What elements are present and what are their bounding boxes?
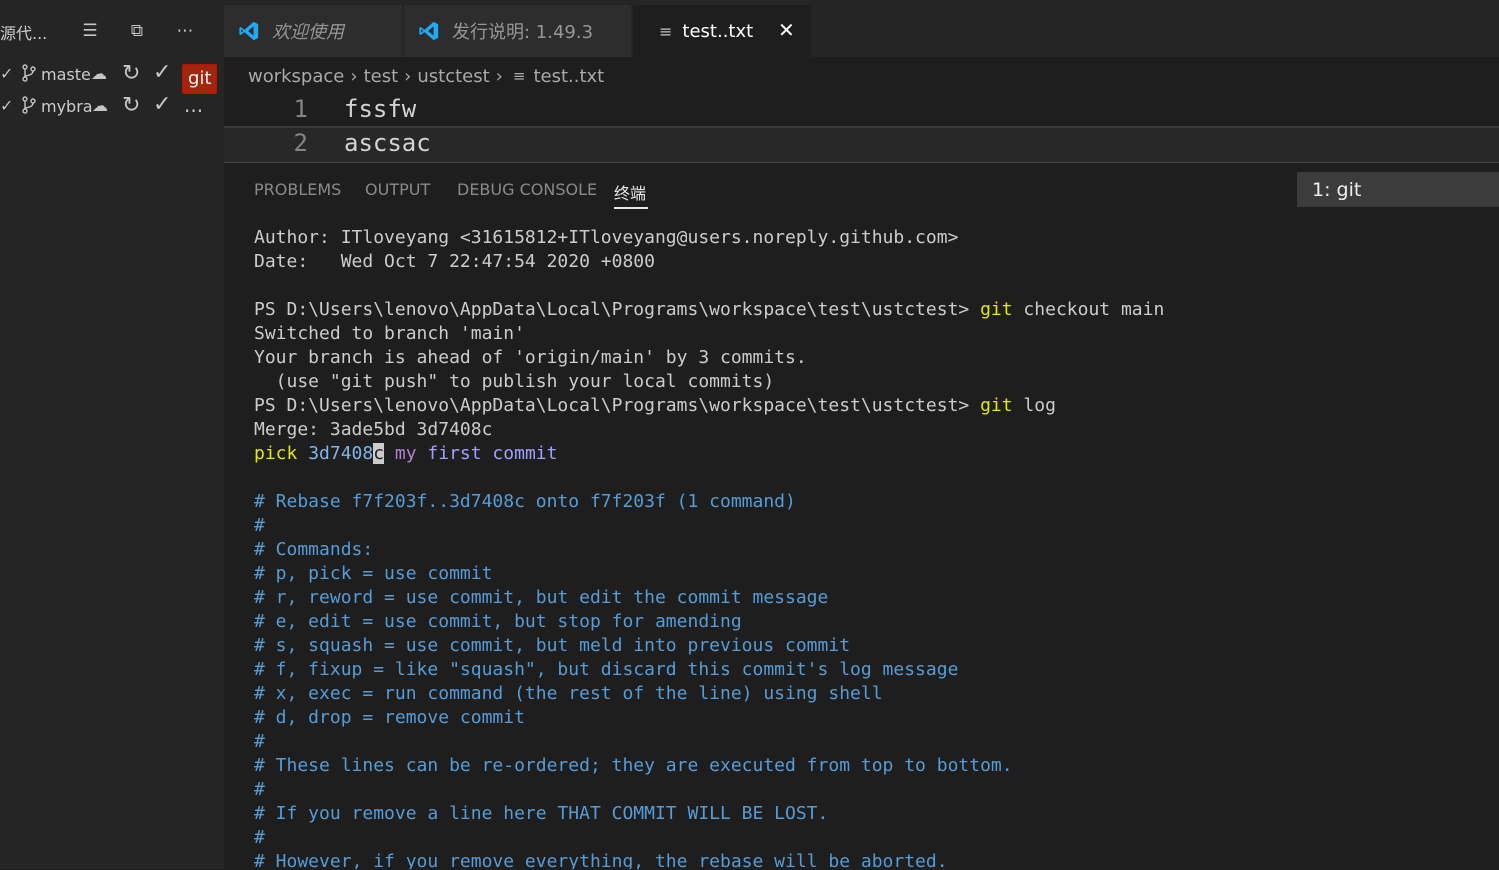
comment-line: # r, reword = use commit, but edit the c…	[254, 587, 829, 608]
tab-label: 欢迎使用	[272, 22, 344, 43]
command-name: git	[980, 299, 1013, 320]
command-name: git	[980, 395, 1013, 416]
scm-sidebar: 源代... ☰ ⧉ ⋯ ✓ maste ☁ ↻ ✓ git ✓ mybra ☁ …	[0, 0, 224, 869]
repo-row-mybra[interactable]: ✓ mybra ☁ ↻ ✓ ...	[0, 92, 224, 122]
comment-line: # If you remove a line here THAT COMMIT …	[254, 803, 829, 824]
breadcrumb-item[interactable]: ustctest	[417, 66, 489, 87]
panel-tab-output[interactable]: OUTPUT	[365, 180, 430, 199]
tab-release-notes[interactable]: 发行说明: 1.49.3	[404, 5, 631, 57]
refresh-icon[interactable]: ↻	[122, 61, 140, 86]
panel-tab-problems[interactable]: PROBLEMS	[254, 180, 341, 199]
line-text[interactable]: ascsac	[344, 129, 431, 157]
pick-message: first commit	[416, 443, 558, 464]
check-icon: ✓	[0, 64, 14, 83]
editor-tab-bar: 欢迎使用 发行说明: 1.49.3 ≡ test..txt ✕	[224, 0, 1499, 57]
more-actions-icon[interactable]: ⋯	[172, 18, 198, 44]
file-lines-icon: ≡	[512, 67, 526, 85]
sidebar-title: 源代...	[0, 24, 48, 43]
command-args: log	[1012, 395, 1056, 416]
terminal-line: Your branch is ahead of 'origin/main' by…	[254, 347, 807, 368]
comment-line: # x, exec = run command (the rest of the…	[254, 683, 883, 704]
comment-line: # Commands:	[254, 539, 374, 560]
terminal-line: Date: Wed Oct 7 22:47:54 2020 +0800	[254, 251, 655, 272]
tab-label: test..txt	[682, 20, 754, 42]
comment-line: #	[254, 779, 265, 800]
tab-label: 发行说明: 1.49.3	[452, 22, 594, 43]
prompt: PS D:\Users\lenovo\AppData\Local\Program…	[254, 395, 981, 416]
pick-hash: 3d7408	[297, 443, 374, 464]
refresh-icon[interactable]: ↻	[122, 93, 140, 118]
tree-view-icon[interactable]: ☰	[77, 18, 103, 44]
comment-line: # e, edit = use commit, but stop for ame…	[254, 611, 742, 632]
comment-line: # d, drop = remove commit	[254, 707, 525, 728]
breadcrumb-item[interactable]: test..txt	[533, 66, 604, 87]
editor-line-current[interactable]: 2 ascsac	[224, 126, 1499, 166]
commit-check-icon[interactable]: ✓	[153, 60, 171, 85]
comment-line: # These lines can be re-ordered; they ar…	[254, 755, 1013, 776]
close-icon[interactable]: ✕	[778, 18, 795, 42]
terminal-line: Author: ITloveyang <31615812+ITloveyang@…	[254, 227, 959, 248]
panel-tab-terminal[interactable]: 终端	[614, 180, 646, 204]
vscode-logo-icon	[239, 21, 259, 41]
repo-branch-label: mybra	[41, 97, 93, 116]
comment-line: # Rebase f7f203f..3d7408c onto f7f203f (…	[254, 491, 796, 512]
panel-tab-debug-console[interactable]: DEBUG CONSOLE	[457, 180, 597, 199]
comment-line: # p, pick = use commit	[254, 563, 493, 584]
line-number: 1	[293, 95, 308, 123]
tab-test-txt[interactable]: ≡ test..txt ✕	[633, 5, 811, 57]
terminal-line: Switched to branch 'main'	[254, 323, 525, 344]
comment-line: # f, fixup = like "squash", but discard …	[254, 659, 959, 680]
breadcrumb-item[interactable]: test	[364, 66, 399, 87]
breadcrumb: workspace › test › ustctest › ≡ test..tx…	[224, 60, 604, 92]
file-lines-icon: ≡	[659, 21, 673, 41]
repo-row-maste[interactable]: ✓ maste ☁ ↻ ✓ git	[0, 60, 224, 94]
vscode-logo-icon	[419, 21, 439, 41]
command-args: checkout main	[1012, 299, 1165, 320]
git-badge[interactable]: git	[182, 64, 218, 94]
more-icon[interactable]: ...	[184, 93, 203, 117]
pick-message: my	[384, 443, 417, 464]
line-text[interactable]: fssfw	[344, 95, 416, 123]
active-tab-indicator	[614, 207, 648, 209]
comment-line: #	[254, 827, 265, 848]
commit-check-icon[interactable]: ✓	[153, 92, 171, 117]
chevron-right-icon: ›	[495, 65, 503, 87]
breadcrumb-item[interactable]: workspace	[248, 66, 344, 87]
comment-line: #	[254, 731, 265, 752]
prompt: PS D:\Users\lenovo\AppData\Local\Program…	[254, 299, 981, 320]
pick-keyword: pick	[254, 443, 298, 464]
chevron-right-icon: ›	[404, 65, 412, 87]
comment-line: # However, if you remove everything, the…	[254, 851, 948, 869]
comment-line: # s, squash = use commit, but meld into …	[254, 635, 851, 656]
terminal-line: PS D:\Users\lenovo\AppData\Local\Program…	[254, 394, 1494, 418]
terminal-line: (use "git push" to publish your local co…	[254, 371, 775, 392]
terminal-line: PS D:\Users\lenovo\AppData\Local\Program…	[254, 298, 1494, 322]
branch-icon	[21, 64, 37, 86]
terminal-line: Merge: 3ade5bd 3d7408c	[254, 419, 493, 440]
editor-line[interactable]: 1 fssfw	[224, 92, 1499, 128]
terminal-line: pick 3d7408c my first commit	[254, 442, 1494, 466]
terminal-select-dropdown[interactable]: 1: git	[1297, 172, 1499, 207]
collapse-all-icon[interactable]: ⧉	[124, 18, 150, 44]
chevron-right-icon: ›	[350, 65, 358, 87]
check-icon: ✓	[0, 96, 14, 115]
line-number: 2	[293, 129, 308, 157]
repo-branch-label: maste	[41, 65, 91, 84]
terminal-output[interactable]: Author: ITloveyang <31615812+ITloveyang@…	[254, 226, 1494, 869]
sidebar-header: 源代... ☰ ⧉ ⋯	[0, 0, 224, 62]
comment-line: #	[254, 515, 265, 536]
rebase-comments: # Rebase f7f203f..3d7408c onto f7f203f (…	[254, 490, 1494, 869]
text-cursor: c	[373, 443, 385, 464]
cloud-upload-icon[interactable]: ☁	[91, 64, 107, 83]
cloud-upload-icon[interactable]: ☁	[92, 96, 108, 115]
tab-welcome[interactable]: 欢迎使用	[224, 5, 402, 57]
branch-icon	[21, 96, 37, 118]
